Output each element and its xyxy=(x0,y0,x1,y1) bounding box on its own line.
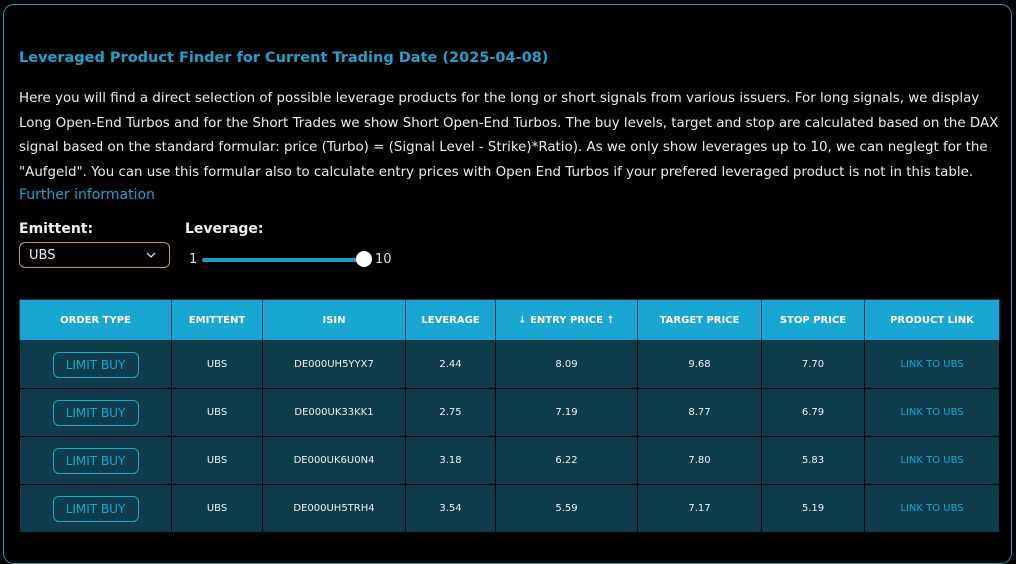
emittent-cell: UBS xyxy=(171,388,263,437)
emittent-cell: UBS xyxy=(171,340,263,389)
stop-price-cell: 6.79 xyxy=(761,388,865,437)
entry-price-cell: 5.59 xyxy=(495,484,638,533)
entry-price-cell: 7.19 xyxy=(495,388,638,437)
isin-cell: DE000UH5YYX7 xyxy=(262,340,406,389)
table-row: LIMIT BUY UBS DE000UK33KK1 2.75 7.19 8.7… xyxy=(19,388,1000,437)
stop-price-cell: 5.19 xyxy=(761,484,865,533)
chevron-down-icon xyxy=(146,252,156,258)
limit-buy-button[interactable]: LIMIT BUY xyxy=(52,447,139,474)
entry-price-cell: 8.09 xyxy=(495,340,638,389)
further-information-link[interactable]: Further information xyxy=(19,187,155,203)
leverage-slider-thumb[interactable] xyxy=(356,251,372,267)
leverage-min-value: 1 xyxy=(189,252,198,267)
product-link[interactable]: LINK TO UBS xyxy=(900,455,963,466)
header-target-price[interactable]: TARGET PRICE xyxy=(637,299,762,341)
entry-price-cell: 6.22 xyxy=(495,436,638,485)
stop-price-cell: 5.83 xyxy=(761,436,865,485)
limit-buy-button[interactable]: LIMIT BUY xyxy=(52,399,139,426)
description-text: Here you will find a direct selection of… xyxy=(19,91,999,180)
target-price-cell: 7.17 xyxy=(637,484,762,533)
page-title: Leveraged Product Finder for Current Tra… xyxy=(19,50,549,66)
header-leverage[interactable]: LEVERAGE xyxy=(405,299,496,341)
target-price-cell: 9.68 xyxy=(637,340,762,389)
stop-price-cell: 7.70 xyxy=(761,340,865,389)
target-price-cell: 7.80 xyxy=(637,436,762,485)
limit-buy-button[interactable]: LIMIT BUY xyxy=(52,351,139,378)
header-isin[interactable]: ISIN xyxy=(262,299,406,341)
product-link[interactable]: LINK TO UBS xyxy=(900,407,963,418)
header-emittent[interactable]: EMITTENT xyxy=(171,299,263,341)
isin-cell: DE000UK33KK1 xyxy=(262,388,406,437)
isin-cell: DE000UK6U0N4 xyxy=(262,436,406,485)
leverage-max-value: 10 xyxy=(375,252,392,267)
emittent-label: Emittent: xyxy=(19,221,94,237)
emittent-cell: UBS xyxy=(171,484,263,533)
header-stop-price[interactable]: STOP PRICE xyxy=(761,299,865,341)
header-order-type[interactable]: ORDER TYPE xyxy=(19,299,172,341)
product-link-cell: LINK TO UBS xyxy=(864,340,1000,389)
header-entry-price[interactable]: ↓ ENTRY PRICE ↑ xyxy=(495,299,638,341)
order-type-cell: LIMIT BUY xyxy=(19,436,172,485)
product-link[interactable]: LINK TO UBS xyxy=(900,359,963,370)
product-link[interactable]: LINK TO UBS xyxy=(900,503,963,514)
leverage-label: Leverage: xyxy=(185,221,264,237)
product-link-cell: LINK TO UBS xyxy=(864,436,1000,485)
table-row: LIMIT BUY UBS DE000UK6U0N4 3.18 6.22 7.8… xyxy=(19,436,1000,485)
leverage-cell: 3.18 xyxy=(405,436,496,485)
table-header-row: ORDER TYPE EMITTENT ISIN LEVERAGE ↓ ENTR… xyxy=(19,299,1000,341)
table-row: LIMIT BUY UBS DE000UH5TRH4 3.54 5.59 7.1… xyxy=(19,484,1000,533)
header-product-link[interactable]: PRODUCT LINK xyxy=(864,299,1000,341)
order-type-cell: LIMIT BUY xyxy=(19,484,172,533)
table-row: LIMIT BUY UBS DE000UH5YYX7 2.44 8.09 9.6… xyxy=(19,340,1000,389)
limit-buy-button[interactable]: LIMIT BUY xyxy=(52,495,139,522)
order-type-cell: LIMIT BUY xyxy=(19,388,172,437)
product-link-cell: LINK TO UBS xyxy=(864,484,1000,533)
leverage-cell: 3.54 xyxy=(405,484,496,533)
leverage-slider-track[interactable] xyxy=(202,258,365,262)
isin-cell: DE000UH5TRH4 xyxy=(262,484,406,533)
leverage-cell: 2.44 xyxy=(405,340,496,389)
emittent-select-value: UBS xyxy=(29,248,56,263)
leverage-cell: 2.75 xyxy=(405,388,496,437)
order-type-cell: LIMIT BUY xyxy=(19,340,172,389)
emittent-select[interactable]: UBS xyxy=(19,242,170,268)
emittent-cell: UBS xyxy=(171,436,263,485)
target-price-cell: 8.77 xyxy=(637,388,762,437)
product-link-cell: LINK TO UBS xyxy=(864,388,1000,437)
products-table: ORDER TYPE EMITTENT ISIN LEVERAGE ↓ ENTR… xyxy=(19,299,1000,533)
